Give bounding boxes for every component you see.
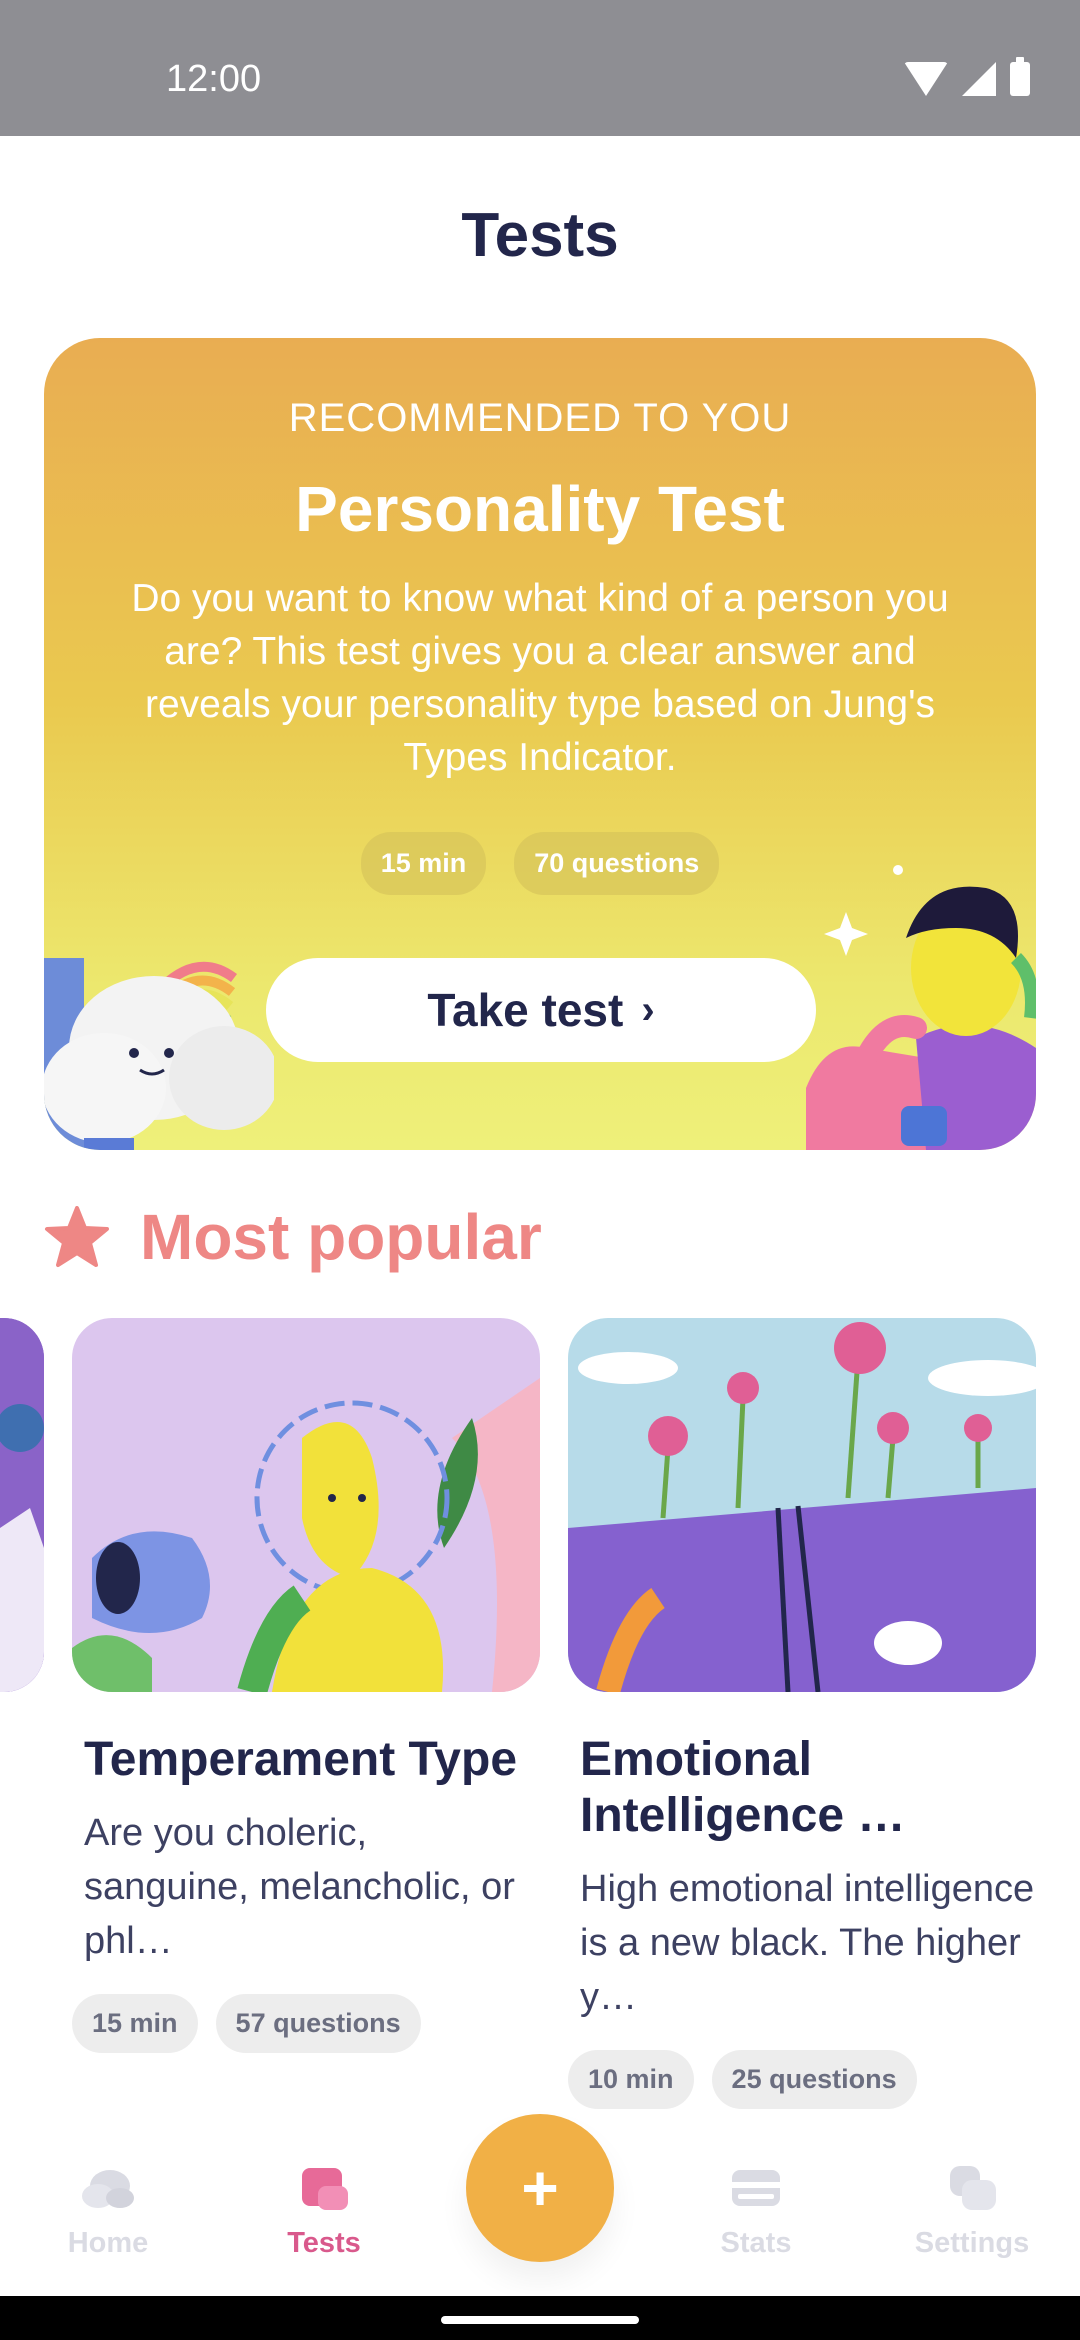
nav-item-home[interactable]: Home: [0, 2164, 216, 2260]
test-card-meta: 10 min 25 questions: [568, 2050, 1036, 2109]
add-button[interactable]: +: [466, 2114, 614, 2262]
nav-item-tests[interactable]: Tests: [216, 2164, 432, 2260]
test-card-meta: 15 min 57 questions: [72, 1994, 540, 2053]
popular-tests-carousel[interactable]: Temperament Type Are you choleric, sangu…: [0, 1318, 1080, 2118]
section-title: Most popular: [140, 1201, 542, 1273]
test-card-description: High emotional intelligence is a new bla…: [580, 1868, 1035, 2018]
status-icons: [904, 57, 1030, 96]
test-card-image: [72, 1318, 540, 1692]
chevron-right-icon: ›: [641, 987, 655, 1032]
home-indicator[interactable]: [441, 2316, 639, 2324]
recommended-test-description: Do you want to know what kind of a perso…: [131, 577, 949, 779]
test-card[interactable]: Temperament Type Are you choleric, sangu…: [72, 1318, 540, 2053]
cloud-illustration: [44, 958, 274, 1150]
test-card-title: Temperament Type: [84, 1733, 518, 1786]
take-test-label: Take test: [427, 984, 624, 1036]
questions-badge: 70 questions: [514, 832, 720, 895]
test-card-title: Emotional Intelligence …: [580, 1733, 906, 1842]
nav-label: Settings: [914, 2227, 1030, 2259]
plus-icon: +: [521, 2152, 559, 2224]
previous-card-edge[interactable]: [0, 1318, 44, 1692]
test-card-description: Are you choleric, sanguine, melancholic,…: [84, 1812, 515, 1962]
tests-icon: [302, 2168, 348, 2210]
recommended-test-title: Personality Test: [295, 473, 785, 545]
nav-label: Tests: [287, 2227, 361, 2259]
nav-item-stats[interactable]: Stats: [648, 2164, 864, 2260]
cloud-icon: [82, 2170, 134, 2208]
nav-item-settings[interactable]: Settings: [864, 2164, 1080, 2260]
status-bar: 12:00: [0, 0, 1080, 136]
questions-badge: 25 questions: [711, 2050, 917, 2109]
questions-badge: 57 questions: [215, 1994, 421, 2053]
recommended-test-card[interactable]: RECOMMENDED TO YOU Personality Test Do y…: [44, 338, 1036, 1150]
wifi-icon: [904, 62, 948, 96]
duration-badge: 15 min: [72, 1994, 198, 2053]
stats-icon: [732, 2170, 780, 2206]
take-test-button[interactable]: Take test ›: [266, 958, 816, 1062]
most-popular-header: Most popular: [44, 1200, 542, 1274]
settings-icon: [950, 2166, 996, 2210]
nav-label: Home: [67, 2227, 149, 2259]
recommended-label: RECOMMENDED TO YOU: [288, 396, 792, 440]
duration-badge: 15 min: [360, 832, 487, 895]
test-card[interactable]: Emotional Intelligence … High emotional …: [568, 1318, 1036, 2109]
nav-label: Stats: [720, 2227, 792, 2259]
test-card-image: [568, 1318, 1036, 1692]
duration-badge: 10 min: [568, 2050, 694, 2109]
star-icon: [45, 1206, 109, 1267]
page-title: Tests: [461, 201, 619, 270]
status-time: 12:00: [166, 58, 262, 100]
person-illustration: [806, 865, 1036, 1150]
gesture-navigation-area: [0, 2296, 1080, 2340]
battery-icon: [1010, 57, 1030, 96]
signal-icon: [962, 62, 996, 96]
